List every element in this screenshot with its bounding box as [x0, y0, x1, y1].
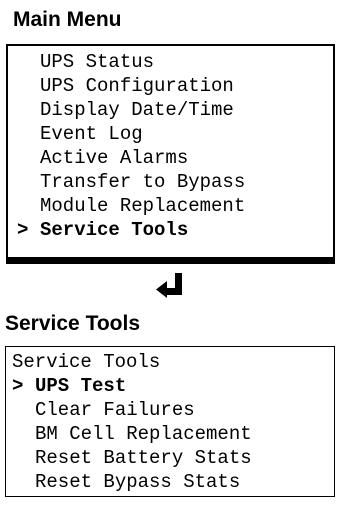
- menu-item-label: Transfer to Bypass: [40, 171, 246, 193]
- main-menu-display: UPS Status UPS Configuration Display Dat…: [6, 44, 335, 264]
- menu-item-label: Module Replacement: [40, 195, 246, 217]
- menu-item-reset-battery-stats[interactable]: Reset Battery Stats: [12, 446, 334, 470]
- menu-item-ups-configuration[interactable]: UPS Configuration: [17, 74, 333, 98]
- menu-item-label: Display Date/Time: [40, 99, 234, 121]
- menu-item-label: UPS Status: [40, 51, 155, 73]
- selection-cursor: >: [17, 219, 29, 241]
- selection-cursor: >: [12, 375, 24, 397]
- menu-item-display-date-time[interactable]: Display Date/Time: [17, 98, 333, 122]
- menu-item-label: UPS Test: [35, 375, 127, 397]
- menu-item-ups-status[interactable]: UPS Status: [17, 50, 333, 74]
- service-tools-display: Service Tools > UPS Test Clear Failures B…: [5, 346, 335, 497]
- menu-item-event-log[interactable]: Event Log: [17, 122, 333, 146]
- menu-item-label: BM Cell Replacement: [35, 423, 252, 445]
- menu-item-label: Service Tools: [40, 219, 189, 241]
- screen-header: Service Tools: [12, 351, 161, 373]
- menu-item-clear-failures[interactable]: Clear Failures: [12, 398, 334, 422]
- menu-item-label: Reset Battery Stats: [35, 447, 252, 469]
- menu-item-service-tools[interactable]: > Service Tools: [17, 218, 333, 242]
- menu-item-transfer-to-bypass[interactable]: Transfer to Bypass: [17, 170, 333, 194]
- menu-item-label: Event Log: [40, 123, 143, 145]
- menu-item-label: Reset Bypass Stats: [35, 471, 241, 493]
- menu-item-reset-bypass-stats[interactable]: Reset Bypass Stats: [12, 470, 334, 494]
- menu-item-active-alarms[interactable]: Active Alarms: [17, 146, 333, 170]
- main-menu-title: Main Menu: [13, 8, 122, 31]
- menu-item-label: Active Alarms: [40, 147, 189, 169]
- menu-item-bm-cell-replacement[interactable]: BM Cell Replacement: [12, 422, 334, 446]
- enter-return-icon: [156, 273, 182, 298]
- menu-item-ups-test[interactable]: > UPS Test: [12, 374, 334, 398]
- menu-item-label: Clear Failures: [35, 399, 195, 421]
- service-tools-title: Service Tools: [5, 312, 141, 335]
- menu-item-module-replacement[interactable]: Module Replacement: [17, 194, 333, 218]
- menu-item-label: UPS Configuration: [40, 75, 234, 97]
